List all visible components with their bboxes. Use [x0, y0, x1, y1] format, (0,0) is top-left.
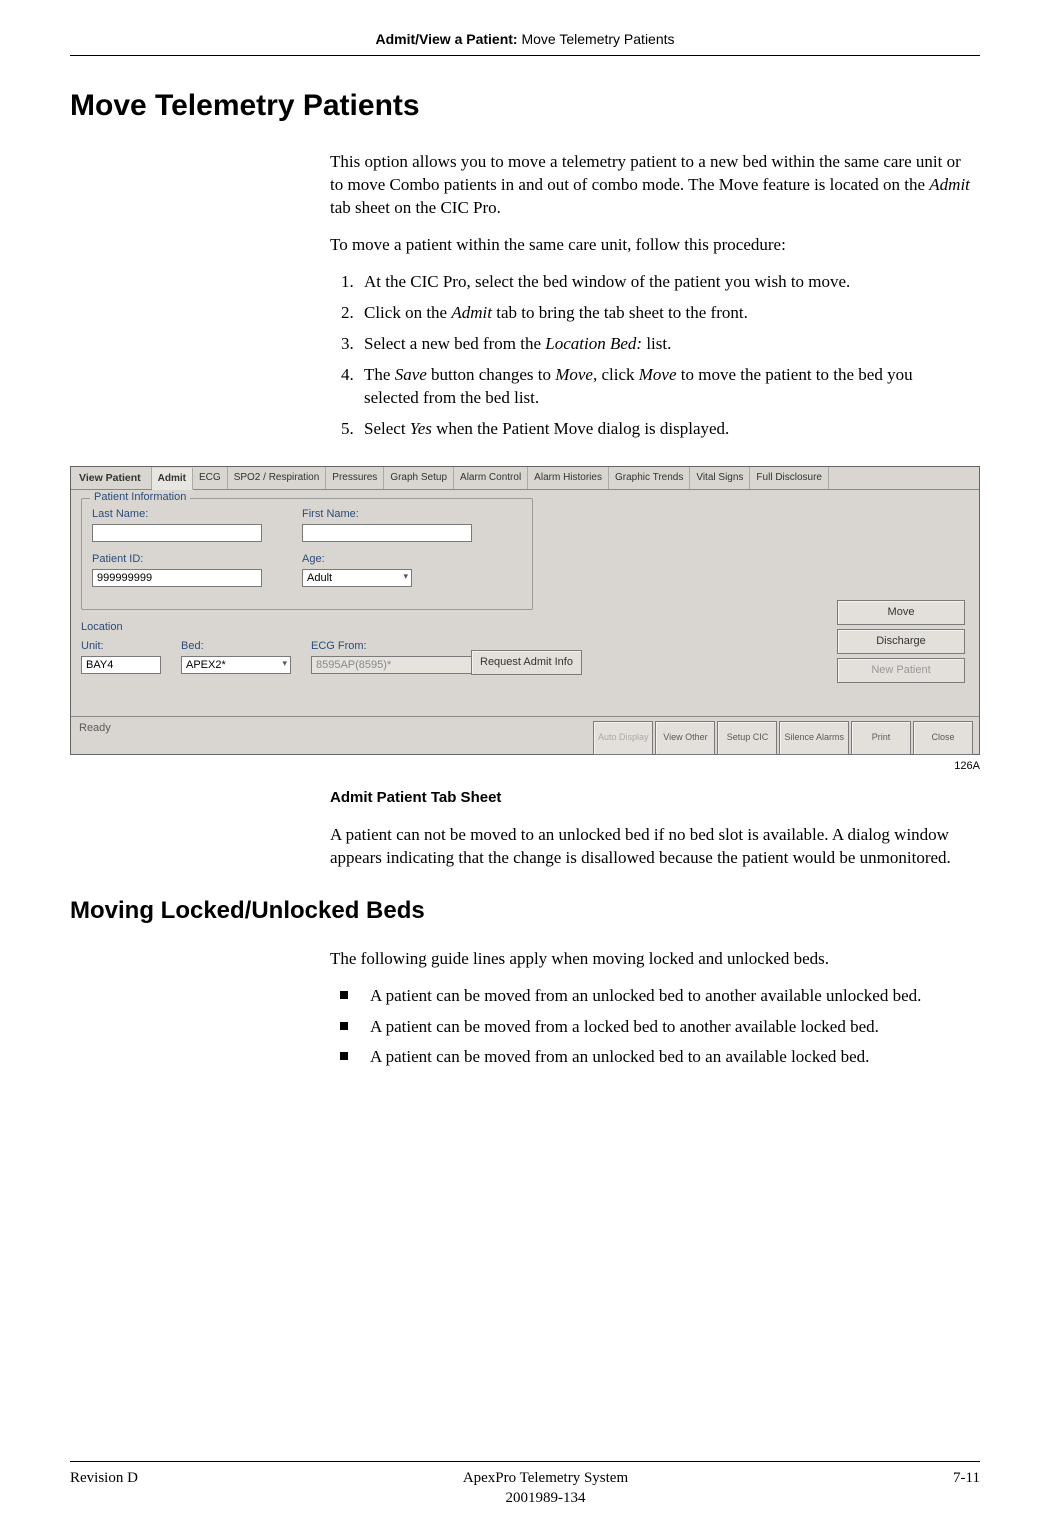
guidelines-lead: The following guide lines apply when mov…	[330, 948, 970, 971]
footer-center-2: 2001989-134	[138, 1488, 953, 1508]
age-select[interactable]	[302, 569, 412, 587]
header-bold: Admit/View a Patient:	[375, 31, 517, 47]
ecg-from-field: ECG From:	[311, 639, 481, 674]
page-footer: Revision D ApexPro Telemetry System 2001…	[70, 1461, 980, 1509]
header-rule	[70, 55, 980, 56]
unit-input[interactable]	[81, 656, 161, 674]
footer-left: Revision D	[70, 1468, 138, 1488]
guidelines-list: A patient can be moved from an unlocked …	[330, 985, 970, 1070]
tab-ecg[interactable]: ECG	[193, 467, 228, 490]
patient-info-title: Patient Information	[90, 490, 190, 505]
footer-rule	[70, 1461, 980, 1462]
footer-right: 7-11	[953, 1468, 980, 1488]
age-label: Age:	[302, 552, 412, 567]
last-name-input[interactable]	[92, 524, 262, 542]
ecg-from-select[interactable]	[311, 656, 481, 674]
bullet-1: A patient can be moved from an unlocked …	[358, 985, 970, 1008]
patient-id-input[interactable]	[92, 569, 262, 587]
tab-alarm-control[interactable]: Alarm Control	[454, 467, 528, 490]
patient-info-group: Patient Information Last Name: First Nam…	[81, 498, 533, 610]
footer-center-1: ApexPro Telemetry System	[138, 1468, 953, 1488]
patient-id-label: Patient ID:	[92, 552, 262, 567]
tab-admit[interactable]: Admit	[152, 468, 193, 491]
page-title: Move Telemetry Patients	[70, 86, 980, 127]
tab-spo2[interactable]: SPO2 / Respiration	[228, 467, 327, 490]
unit-label: Unit:	[81, 639, 161, 654]
bed-select[interactable]	[181, 656, 291, 674]
figure-caption: Admit Patient Tab Sheet	[330, 788, 970, 808]
bullet-2: A patient can be moved from a locked bed…	[358, 1016, 970, 1039]
bed-field: Bed:	[181, 639, 291, 674]
last-name-field: Last Name:	[92, 507, 262, 542]
print-button[interactable]: Print	[851, 721, 911, 755]
request-admit-info-button[interactable]: Request Admit Info	[471, 650, 582, 675]
tab-pressures[interactable]: Pressures	[326, 467, 384, 490]
step-1: At the CIC Pro, select the bed window of…	[358, 271, 970, 294]
unit-field: Unit:	[81, 639, 161, 674]
bullet-3: A patient can be moved from an unlocked …	[358, 1046, 970, 1069]
ecg-from-label: ECG From:	[311, 639, 481, 654]
first-name-input[interactable]	[302, 524, 472, 542]
tab-graphic-trends[interactable]: Graphic Trends	[609, 467, 690, 490]
figure-id: 126A	[70, 759, 980, 774]
intro-paragraph: This option allows you to move a telemet…	[330, 151, 970, 220]
tab-full-disclosure[interactable]: Full Disclosure	[750, 467, 829, 490]
step-3: Select a new bed from the Location Bed: …	[358, 333, 970, 356]
last-name-label: Last Name:	[92, 507, 262, 522]
move-button[interactable]: Move	[837, 600, 965, 625]
bed-label: Bed:	[181, 639, 291, 654]
view-other-button[interactable]: View Other	[655, 721, 715, 755]
procedure-steps: At the CIC Pro, select the bed window of…	[330, 271, 970, 441]
auto-display-button[interactable]: Auto Display	[593, 721, 654, 755]
silence-alarms-button[interactable]: Silence Alarms	[779, 721, 849, 755]
tab-view-patient[interactable]: View Patient	[71, 467, 152, 490]
location-title: Location	[81, 620, 969, 635]
header-rest: Move Telemetry Patients	[518, 31, 675, 47]
discharge-button[interactable]: Discharge	[837, 629, 965, 654]
patient-id-field: Patient ID:	[92, 552, 262, 587]
subheading-locked-unlocked: Moving Locked/Unlocked Beds	[70, 895, 980, 927]
new-patient-button[interactable]: New Patient	[837, 658, 965, 683]
setup-cic-button[interactable]: Setup CIC	[717, 721, 777, 755]
step-2: Click on the Admit tab to bring the tab …	[358, 302, 970, 325]
procedure-lead: To move a patient within the same care u…	[330, 234, 970, 257]
status-bar: Ready Auto Display View Other Setup CIC …	[71, 716, 979, 754]
admit-tab-screenshot: View Patient Admit ECG SPO2 / Respiratio…	[70, 466, 980, 756]
step-4: The Save button changes to Move, click M…	[358, 364, 970, 410]
after-figure-paragraph: A patient can not be moved to an unlocke…	[330, 824, 970, 870]
tab-alarm-histories[interactable]: Alarm Histories	[528, 467, 609, 490]
first-name-field: First Name:	[302, 507, 472, 542]
tab-vital-signs[interactable]: Vital Signs	[690, 467, 750, 490]
running-header: Admit/View a Patient: Move Telemetry Pat…	[70, 30, 980, 55]
age-field: Age:	[302, 552, 412, 587]
status-text: Ready	[79, 722, 111, 734]
close-button[interactable]: Close	[913, 721, 973, 755]
first-name-label: First Name:	[302, 507, 472, 522]
tab-graph-setup[interactable]: Graph Setup	[384, 467, 454, 490]
tab-bar: View Patient Admit ECG SPO2 / Respiratio…	[71, 467, 979, 491]
step-5: Select Yes when the Patient Move dialog …	[358, 418, 970, 441]
